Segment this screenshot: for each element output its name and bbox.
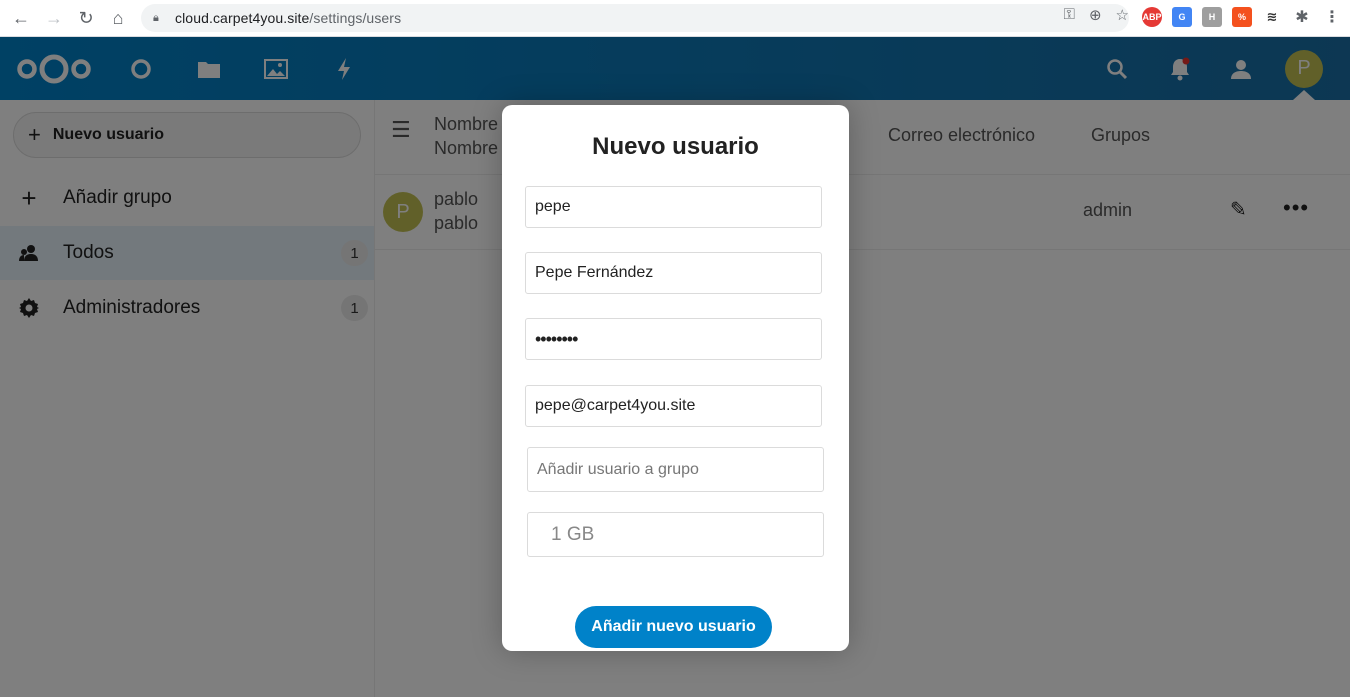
display-name-field[interactable] <box>525 252 822 294</box>
list-extension-icon[interactable]: ≋ <box>1262 7 1282 27</box>
orange-extension-icon[interactable]: % <box>1232 7 1252 27</box>
zoom-icon[interactable]: ⊕ <box>1089 6 1102 24</box>
quota-select[interactable]: 1 GB <box>527 512 824 557</box>
key-icon[interactable]: ⚿ <box>1064 6 1075 24</box>
home-icon[interactable]: ⌂ <box>105 5 131 31</box>
reload-icon[interactable]: ↻ <box>73 5 99 31</box>
menu-dots-icon[interactable]: ⋮ <box>1322 7 1342 27</box>
extension-icons: ABP G H % ≋ ✱ ⋮ <box>1142 7 1342 27</box>
url-path: /settings/users <box>309 10 402 26</box>
puzzle-icon[interactable]: ✱ <box>1292 7 1312 27</box>
address-bar-actions: ⚿ ⊕ ☆ <box>1064 6 1129 24</box>
password-field[interactable] <box>525 318 822 360</box>
star-icon[interactable]: ☆ <box>1116 6 1129 24</box>
back-arrow-icon[interactable]: ← <box>8 5 34 31</box>
lock-icon: 🔒︎ <box>153 11 159 24</box>
forward-arrow-icon[interactable]: → <box>41 5 67 31</box>
modal-title: Nuevo usuario <box>592 133 759 160</box>
url-domain: cloud.carpet4you.site <box>175 10 310 26</box>
adblock-icon[interactable]: ABP <box>1142 7 1162 27</box>
h-extension-icon[interactable]: H <box>1202 7 1222 27</box>
browser-toolbar: ← → ↻ ⌂ 🔒︎ cloud.carpet4you.site/setting… <box>0 0 1350 37</box>
email-field[interactable] <box>525 385 822 427</box>
address-bar[interactable]: 🔒︎ cloud.carpet4you.site/settings/users <box>141 4 1129 32</box>
group-select-input[interactable] <box>527 447 824 492</box>
new-user-modal: Nuevo usuario 1 GB Añadir nuevo usuario <box>502 105 849 651</box>
translate-icon[interactable]: G <box>1172 7 1192 27</box>
add-new-user-button[interactable]: Añadir nuevo usuario <box>575 606 772 648</box>
quota-value: 1 GB <box>551 523 595 545</box>
username-field[interactable] <box>525 186 822 228</box>
